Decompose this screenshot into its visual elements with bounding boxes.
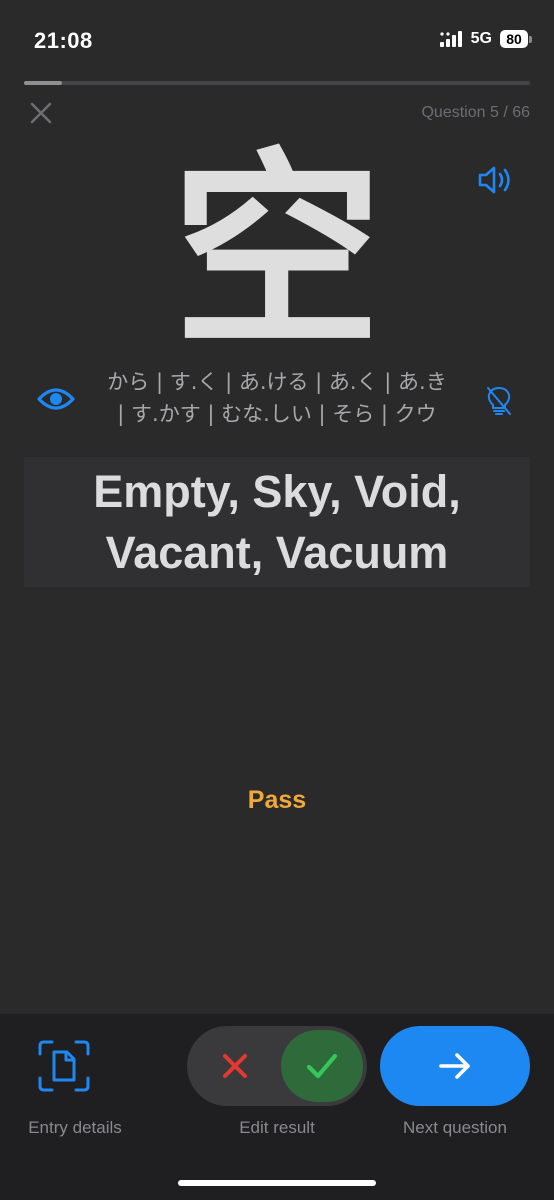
status-indicators: 5G 80 [439, 30, 532, 48]
network-type: 5G [470, 30, 492, 47]
home-indicator[interactable] [178, 1180, 376, 1186]
next-question-label: Next question [403, 1118, 507, 1137]
close-icon [30, 102, 52, 124]
lightbulb-off-icon [487, 387, 511, 415]
kanji-meaning: Empty, Sky, Void, Vacant, Vacuum [83, 461, 471, 583]
meaning-panel: Empty, Sky, Void, Vacant, Vacuum [24, 457, 530, 587]
battery-level: 80 [500, 30, 528, 48]
checkmark-icon [306, 1053, 338, 1079]
toggle-readings-button[interactable] [36, 384, 76, 414]
eye-icon [37, 388, 75, 410]
edit-result-toggle [187, 1026, 367, 1106]
quiz-progress-bar [24, 81, 530, 85]
signal-icon [439, 31, 462, 47]
status-bar: 21:08 5G 80 [0, 0, 554, 80]
quiz-progress-fill [24, 81, 62, 85]
speaker-icon [478, 166, 510, 194]
document-scan-icon [38, 1040, 90, 1092]
battery-icon: 80 [500, 30, 532, 48]
close-button[interactable] [24, 96, 58, 130]
meaning-line-2: Vacant, Vacuum [105, 527, 449, 578]
mark-wrong-button[interactable] [193, 1032, 277, 1100]
battery-tip [529, 35, 532, 43]
entry-details-button[interactable] [36, 1038, 92, 1094]
meaning-line-1: Empty, Sky, Void, [93, 466, 461, 517]
kanji-readings: から | す.く | あ.ける | あ.く | あ.き | す.かす | むな.… [88, 366, 466, 430]
bottom-action-bar: Entry details Edit result Next question [0, 1014, 554, 1200]
readings-line-2: | す.かす | むな.しい | そら | クウ [117, 402, 437, 426]
quiz-screen: 21:08 5G 80 Question 5 / 66 空 から | す.く |… [0, 0, 554, 1200]
readings-row: から | す.く | あ.ける | あ.く | あ.き | す.かす | むな.… [0, 366, 554, 436]
x-mark-icon [223, 1054, 247, 1078]
arrow-right-icon [439, 1053, 470, 1079]
kanji-character: 空 [171, 130, 382, 375]
play-audio-button[interactable] [476, 162, 518, 198]
question-counter: Question 5 / 66 [421, 104, 530, 121]
result-label: Pass [247, 786, 307, 814]
readings-line-1: から | す.く | あ.ける | あ.く | あ.き [107, 370, 447, 394]
status-time: 21:08 [34, 28, 93, 53]
entry-details-label: Entry details [28, 1118, 122, 1137]
hint-button[interactable] [484, 384, 514, 418]
mark-correct-button[interactable] [281, 1030, 363, 1102]
edit-result-label: Edit result [239, 1118, 315, 1137]
next-question-button[interactable] [380, 1026, 530, 1106]
